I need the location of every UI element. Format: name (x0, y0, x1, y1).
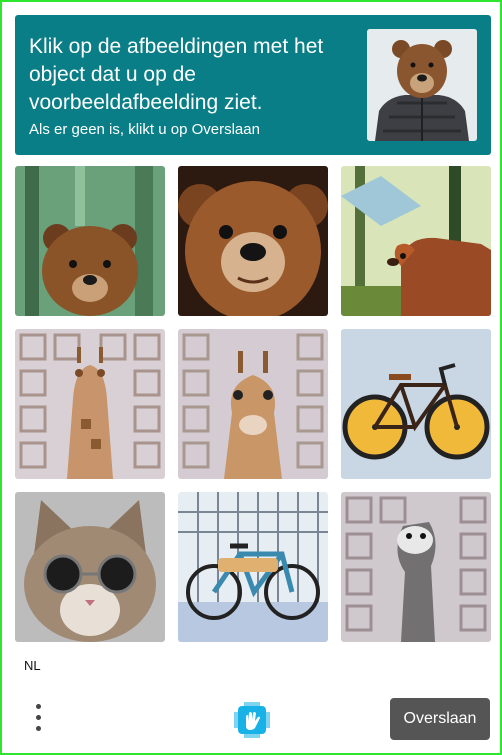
giraffe-pattern-image (178, 329, 328, 479)
image-tile-4[interactable] (15, 329, 165, 479)
image-tile-1[interactable] (15, 166, 165, 316)
image-tile-5[interactable] (178, 329, 328, 479)
challenge-header: Klik op de afbeeldingen met het object d… (15, 15, 491, 155)
image-tile-8[interactable] (178, 492, 328, 642)
example-image (367, 29, 477, 141)
image-tile-2[interactable] (178, 166, 328, 316)
cat-sunglasses-image (15, 492, 165, 642)
image-tile-3[interactable] (341, 166, 491, 316)
more-vertical-icon[interactable] (28, 702, 50, 734)
bear-walking-image (341, 166, 491, 316)
image-tile-7[interactable] (15, 492, 165, 642)
bear-head-forest-image (15, 166, 165, 316)
language-indicator[interactable]: NL (24, 658, 41, 673)
giraffe-pattern-image (15, 329, 165, 479)
image-tile-9[interactable] (341, 492, 491, 642)
challenge-prompt: Klik op de afbeeldingen met het object d… (29, 35, 324, 114)
skip-button[interactable]: Overslaan (390, 698, 490, 740)
image-tile-6[interactable] (341, 329, 491, 479)
challenge-subprompt: Als er geen is, klikt u op Overslaan (29, 121, 260, 138)
giraffe-grayscale-image (341, 492, 491, 642)
captcha-frame: Klik op de afbeeldingen met het object d… (0, 0, 502, 755)
bicycle-yellow-image (341, 329, 491, 479)
bear-closeup-image (178, 166, 328, 316)
bear-jacket-illustration (367, 29, 477, 141)
hcaptcha-logo-icon (234, 702, 270, 738)
bicycle-street-image (178, 492, 328, 642)
